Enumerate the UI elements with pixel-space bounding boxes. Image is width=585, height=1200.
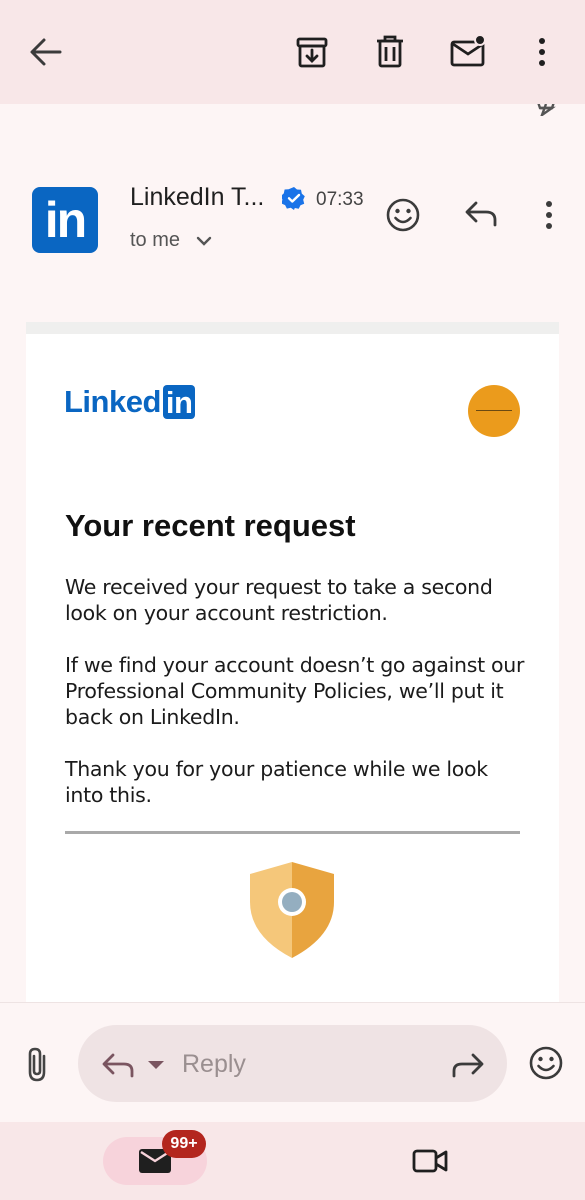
- message-time: 07:33: [316, 189, 364, 210]
- shield-icon: [247, 860, 337, 965]
- attachment-icon[interactable]: [24, 1046, 50, 1082]
- paragraph-3: Thank you for your patience while we loo…: [65, 757, 488, 807]
- star-icon[interactable]: [532, 104, 560, 116]
- bottom-navigation: [0, 1122, 585, 1200]
- chevron-down-icon: [196, 235, 212, 247]
- arrow-left-icon[interactable]: [28, 36, 62, 68]
- reply-placeholder[interactable]: Reply: [182, 1050, 246, 1079]
- trash-icon[interactable]: [374, 34, 406, 70]
- recipient-label: to me: [130, 229, 181, 251]
- reply-mode-dropdown-icon[interactable]: [147, 1059, 165, 1071]
- top-app-bar: [0, 0, 585, 104]
- forward-icon[interactable]: [451, 1052, 485, 1078]
- reply-icon[interactable]: [464, 200, 498, 228]
- verified-badge-icon: [280, 186, 306, 215]
- profile-picture: [468, 385, 520, 437]
- paragraph-1: We received your request to take a secon…: [65, 575, 493, 625]
- email-headline: Your recent request: [65, 508, 356, 543]
- recipient-toggle[interactable]: to me: [130, 229, 211, 252]
- message-more-icon[interactable]: [540, 199, 558, 231]
- subject-strip: [0, 104, 585, 134]
- sender-avatar[interactable]: in: [32, 187, 98, 253]
- reply-mode-icon[interactable]: [101, 1052, 135, 1078]
- emoji-react-icon[interactable]: [385, 197, 421, 233]
- video-camera-icon[interactable]: [412, 1146, 448, 1176]
- sender-name[interactable]: LinkedIn T...: [130, 183, 264, 212]
- divider: [65, 831, 520, 834]
- more-vert-icon[interactable]: [533, 36, 551, 68]
- email-content: Linked in Your recent request We received…: [26, 322, 559, 1002]
- emoji-icon[interactable]: [528, 1045, 564, 1081]
- unread-count-badge: 99+: [162, 1130, 206, 1158]
- linkedin-logo: Linked in: [64, 382, 196, 422]
- mail-unread-icon[interactable]: [450, 34, 488, 68]
- logo-box: in: [162, 385, 196, 420]
- subject-text-fragment: [270, 104, 276, 106]
- logo-wordmark: Linked: [64, 384, 161, 419]
- profile-picture-line: [476, 410, 512, 411]
- avatar-text: in: [44, 192, 87, 248]
- reply-input[interactable]: [78, 1025, 507, 1102]
- paragraph-2: If we find your account doesn’t go again…: [65, 653, 525, 729]
- archive-icon[interactable]: [295, 35, 329, 69]
